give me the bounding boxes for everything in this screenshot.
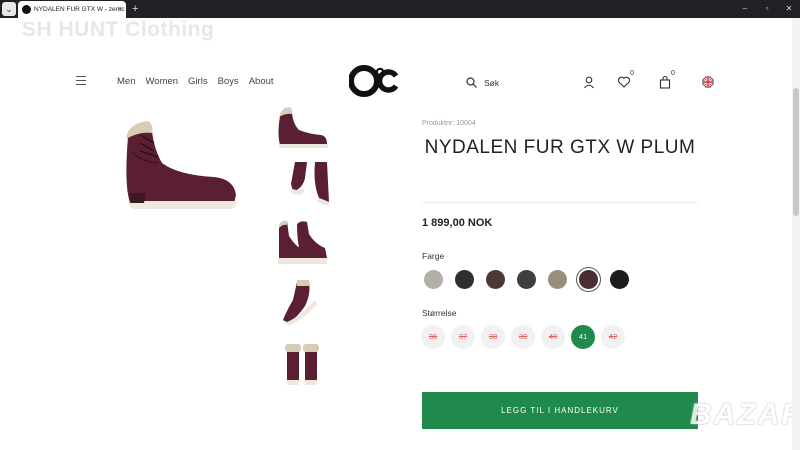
cart-count-badge: 0: [671, 70, 675, 77]
size-option-38[interactable]: 38: [481, 325, 505, 349]
size-option-41[interactable]: 41: [571, 325, 595, 349]
product-thumbnail-1[interactable]: [275, 104, 329, 152]
minimize-icon[interactable]: –: [740, 3, 750, 15]
scrollbar[interactable]: [792, 18, 800, 450]
browser-tab[interactable]: NYDALEN FUR GTX W - zeroc ×: [18, 1, 126, 18]
product-price: 1 899,00 NOK: [422, 217, 493, 229]
color-label: Farge: [422, 251, 445, 261]
nav-item-girls[interactable]: Girls: [188, 76, 208, 87]
product-main-image[interactable]: [118, 115, 243, 215]
size-option-42[interactable]: 42: [601, 325, 625, 349]
heart-icon[interactable]: [617, 75, 631, 89]
brand-logo[interactable]: [349, 64, 399, 98]
scrollbar-thumb[interactable]: [793, 88, 799, 216]
size-option-40[interactable]: 40: [541, 325, 565, 349]
color-swatches: [424, 270, 629, 289]
maximize-icon[interactable]: ▫: [762, 3, 772, 15]
wishlist-count-badge: 0: [630, 70, 634, 77]
color-swatch-brown[interactable]: [486, 270, 505, 289]
browser-tab-bar: ⌄ NYDALEN FUR GTX W - zeroc × + – ▫ ✕: [0, 0, 800, 18]
product-title: NYDALEN FUR GTX W PLUM: [424, 137, 696, 158]
chevron-down-icon[interactable]: ⌄: [2, 2, 16, 16]
tab-title: NYDALEN FUR GTX W - zeroc: [34, 6, 125, 13]
color-swatch-plum[interactable]: [579, 270, 598, 289]
size-label: Størrelse: [422, 308, 457, 318]
product-thumbnail-3[interactable]: [275, 218, 329, 266]
watermark-text: SH HUNT Clothing: [22, 18, 215, 41]
uk-flag-icon[interactable]: [702, 76, 714, 88]
add-to-cart-button[interactable]: LEGG TIL I HANDLEKURV: [422, 392, 698, 429]
close-icon[interactable]: ×: [118, 1, 122, 18]
shopping-bag-icon[interactable]: [658, 75, 672, 89]
divider: [422, 202, 698, 203]
product-thumbnail-5[interactable]: [275, 340, 329, 388]
color-swatch-taupe[interactable]: [548, 270, 567, 289]
color-swatch-dark-olive[interactable]: [517, 270, 536, 289]
color-swatch-black[interactable]: [455, 270, 474, 289]
new-tab-button[interactable]: +: [132, 2, 138, 16]
user-icon[interactable]: [582, 75, 596, 89]
search-button[interactable]: Søk: [466, 77, 499, 88]
size-option-36[interactable]: 36: [421, 325, 445, 349]
size-option-39[interactable]: 39: [511, 325, 535, 349]
size-options: 36 37 38 39 40 41 42: [421, 325, 625, 349]
search-label: Søk: [484, 77, 500, 88]
color-swatch-grey[interactable]: [424, 270, 443, 289]
nav-item-women[interactable]: Women: [145, 76, 178, 87]
site-favicon-icon: [22, 5, 31, 14]
color-swatch-black-2[interactable]: [610, 270, 629, 289]
nav-item-men[interactable]: Men: [117, 76, 135, 87]
product-number: Produktnr: 10004: [422, 120, 476, 127]
product-thumbnail-4[interactable]: [275, 280, 329, 328]
product-thumbnail-2[interactable]: [275, 158, 329, 206]
hamburger-menu-icon[interactable]: [76, 76, 86, 85]
watermark-logo: BAZAR: [690, 398, 800, 431]
main-nav: Men Women Girls Boys About: [117, 76, 274, 87]
size-option-37[interactable]: 37: [451, 325, 475, 349]
close-window-icon[interactable]: ✕: [784, 3, 794, 15]
nav-item-boys[interactable]: Boys: [218, 76, 239, 87]
search-icon: [466, 77, 477, 88]
nav-item-about[interactable]: About: [249, 76, 274, 87]
